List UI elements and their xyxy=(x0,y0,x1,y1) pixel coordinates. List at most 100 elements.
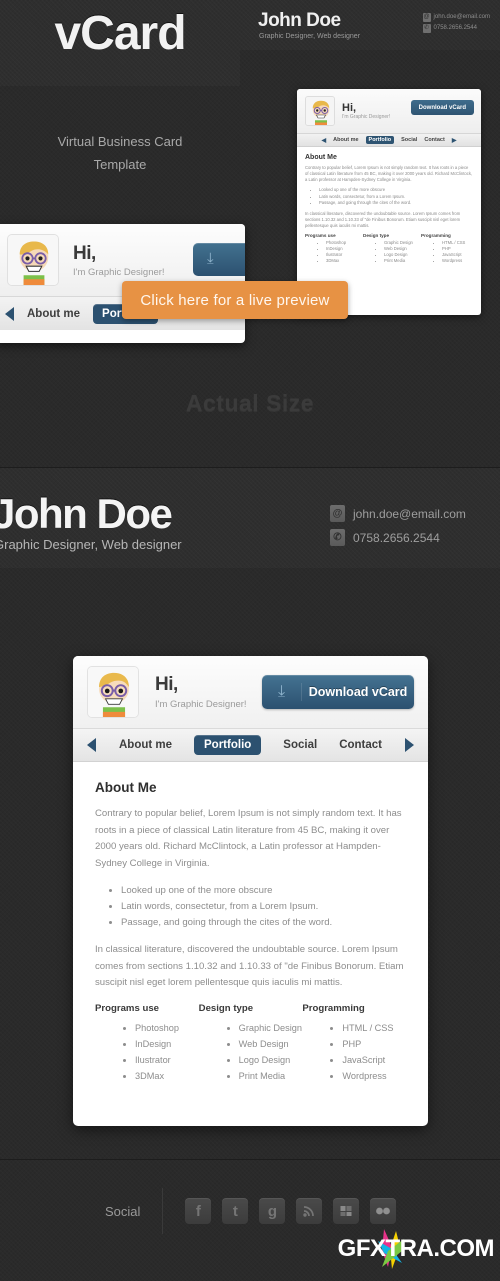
mini-nav-bar[interactable]: ◀ About me Portfolio Social Contact ▶ xyxy=(297,133,481,147)
contact-block: @ john.doe@email.com ✆ 0758.2656.2544 xyxy=(330,505,466,553)
arrow-right-icon[interactable] xyxy=(405,738,414,752)
phone-text: 0758.2656.2544 xyxy=(353,530,440,545)
social-bar: Social f t g xyxy=(105,1188,407,1234)
google-icon[interactable]: g xyxy=(259,1198,286,1224)
mini-contact-block: @ john.doe@email.com ✆ 0758.2656.2544 xyxy=(422,12,490,34)
mini-profile-name: John Doe xyxy=(258,10,341,31)
column-programs-use: Programs use Photoshop InDesign Ilustrat… xyxy=(95,1003,199,1095)
rss-icon[interactable] xyxy=(296,1198,323,1224)
list-item: Looked up one of the more obscure xyxy=(121,883,406,899)
nav-item-about[interactable]: About me xyxy=(27,308,80,320)
mini-about-p1: Contrary to popular belief, Lorem Ipsum … xyxy=(305,165,473,182)
list-item: Latin words, consectetur, from a Lorem I… xyxy=(121,899,406,915)
about-bullet-list: Looked up one of the more obscure Latin … xyxy=(121,883,406,931)
mini-column-programming: Programming HTML / CSS PHP JavaScript Wo… xyxy=(421,233,473,268)
mini-about-heading: About Me xyxy=(305,154,337,161)
footer-section: Social f t g GFXTRA.COM xyxy=(0,1160,500,1281)
list-item: PHP xyxy=(342,1036,406,1052)
list-item: HTML / CSS xyxy=(342,1020,406,1036)
avatar xyxy=(7,234,59,286)
mini-phone-line: ✆ 0758.2656.2544 xyxy=(422,23,490,34)
mini-email-text: john.doe@email.com xyxy=(433,14,490,20)
arrow-left-icon[interactable] xyxy=(5,306,14,321)
mini-skill-columns: Programs use Photoshop InDesign Ilustrat… xyxy=(305,233,473,268)
social-label: Social xyxy=(105,1203,141,1219)
vcard-body: About Me Contrary to popular belief, Lor… xyxy=(73,762,428,1105)
dribbble-icon[interactable] xyxy=(370,1198,397,1224)
mini-profile-header: John Doe Graphic Designer, Web designer … xyxy=(240,0,500,50)
list-item: Passage, and going through the cites of … xyxy=(121,915,406,931)
column-heading: Design type xyxy=(198,1002,254,1014)
greeting-title: Hi, xyxy=(155,674,178,695)
list-item: Photoshop xyxy=(135,1020,199,1036)
greeting-block: Hi, I'm Graphic Designer! xyxy=(155,674,247,710)
list-item: Passage, and going through the cites of … xyxy=(319,200,473,207)
phone-icon: ✆ xyxy=(330,529,345,546)
page-subtitle: Virtual Business Card Template xyxy=(0,130,240,176)
nav-item-social[interactable]: Social xyxy=(283,739,317,751)
vcard-preview-page: vCard Virtual Business Card Template Joh… xyxy=(0,0,500,1281)
email-line[interactable]: @ john.doe@email.com xyxy=(330,505,466,522)
vcard: Hi, I'm Graphic Designer! ⤓ Download vCa… xyxy=(73,656,428,1126)
list-item: Print Media xyxy=(384,258,415,264)
list-item: Logo Design xyxy=(239,1052,303,1068)
subtitle-line-1: Virtual Business Card xyxy=(57,134,183,149)
skill-columns: Programs use Photoshop InDesign Ilustrat… xyxy=(95,1003,406,1095)
mini-email-line: @ john.doe@email.com xyxy=(422,12,490,23)
arrow-left-icon[interactable] xyxy=(87,738,96,752)
actual-size-section: John Doe Graphic Designer, Web designer … xyxy=(0,468,500,1160)
mini-profile-role: Graphic Designer, Web designer xyxy=(259,33,361,40)
list-item: Ilustrator xyxy=(135,1052,199,1068)
nav-item-about-me[interactable]: About me xyxy=(119,739,172,751)
email-text: john.doe@email.com xyxy=(353,506,466,521)
arrow-left-icon[interactable]: ◀ xyxy=(322,137,327,144)
greeting-block: Hi, I'm Graphic Designer! xyxy=(73,243,165,278)
phone-line[interactable]: ✆ 0758.2656.2544 xyxy=(330,529,466,546)
mini-greeting: Hi, I'm Graphic Designer! xyxy=(342,102,390,120)
download-icon: ⤓ xyxy=(207,250,214,267)
flickr-icon[interactable] xyxy=(333,1198,360,1224)
download-vcard-label: Download vCard xyxy=(308,685,408,699)
about-paragraph-1: Contrary to popular belief, Lorem Ipsum … xyxy=(95,808,402,869)
mini-nav-item-social[interactable]: Social xyxy=(401,137,417,143)
actual-size-label: Actual Size xyxy=(185,390,315,416)
list-item: 3DMax xyxy=(326,258,357,264)
download-vcard-button[interactable]: ⤓ xyxy=(193,243,245,276)
top-showcase-section: vCard Virtual Business Card Template Joh… xyxy=(0,0,500,468)
profile-header: John Doe Graphic Designer, Web designer … xyxy=(0,468,500,568)
list-item: 3DMax xyxy=(135,1068,199,1084)
download-vcard-button[interactable]: ⤓ Download vCard xyxy=(262,675,414,709)
phone-icon: ✆ xyxy=(422,24,431,33)
list-item: Web Design xyxy=(239,1036,303,1052)
at-sign-icon: @ xyxy=(330,505,345,522)
mini-column-programs: Programs use Photoshop InDesign Ilustrat… xyxy=(305,233,357,268)
mini-card-header: Hi, I'm Graphic Designer! Download vCard xyxy=(297,89,481,133)
live-preview-button[interactable]: Click here for a live preview xyxy=(122,281,348,319)
avatar xyxy=(305,96,335,126)
facebook-icon[interactable]: f xyxy=(185,1198,212,1224)
mini-nav-item-portfolio[interactable]: Portfolio xyxy=(365,136,395,144)
greeting-title: Hi, xyxy=(73,242,96,264)
column-heading: Programming xyxy=(302,1002,365,1014)
mini-column-design: Design type Graphic Design Web Design Lo… xyxy=(363,233,415,268)
mini-phone-text: 0758.2656.2544 xyxy=(433,25,477,31)
mini-column-heading: Programming xyxy=(421,232,451,238)
arrow-right-icon[interactable]: ▶ xyxy=(452,137,457,144)
mini-nav-item-about[interactable]: About me xyxy=(333,137,358,143)
divider xyxy=(162,1188,164,1234)
list-item: InDesign xyxy=(135,1036,199,1052)
vcard-header: Hi, I'm Graphic Designer! ⤓ Download vCa… xyxy=(73,656,428,728)
subtitle-line-2: Template xyxy=(93,157,147,172)
nav-item-contact[interactable]: Contact xyxy=(339,739,382,751)
mini-column-heading: Programs use xyxy=(305,232,336,238)
column-design-type: Design type Graphic Design Web Design Lo… xyxy=(199,1003,303,1095)
mini-nav-item-contact[interactable]: Contact xyxy=(424,137,444,143)
list-item: Graphic Design xyxy=(239,1020,303,1036)
nav-item-portfolio[interactable]: Portfolio xyxy=(194,735,262,755)
twitter-icon[interactable]: t xyxy=(222,1198,249,1224)
about-heading: About Me xyxy=(95,780,157,795)
download-vcard-button[interactable]: Download vCard xyxy=(410,100,474,115)
list-item: JavaScript xyxy=(342,1052,406,1068)
nav-bar[interactable]: About me Portfolio Social Contact xyxy=(73,728,428,762)
list-item: Wordpress xyxy=(342,1068,406,1084)
